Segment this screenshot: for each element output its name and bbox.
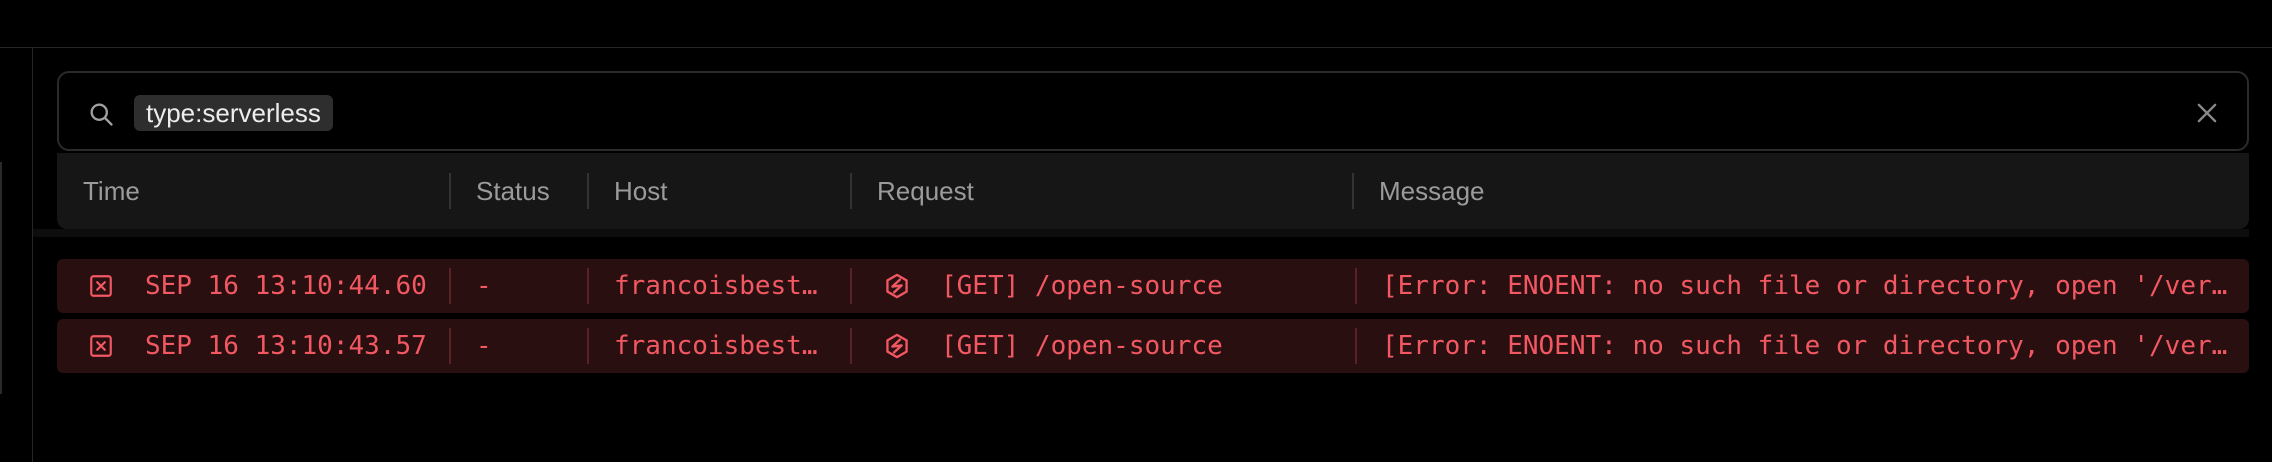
close-icon[interactable] bbox=[2193, 99, 2221, 127]
log-host: francoisbest… bbox=[614, 331, 818, 361]
column-header-message[interactable]: Message bbox=[1379, 153, 1485, 229]
log-row[interactable]: SEP 16 13:10:43.57 - francoisbest… [GET]… bbox=[57, 319, 2249, 373]
row-separator bbox=[1355, 328, 1357, 364]
search-filter-token[interactable]: type:serverless bbox=[134, 95, 333, 131]
log-status: - bbox=[476, 271, 492, 301]
log-request: [GET] /open-source bbox=[941, 271, 1223, 301]
column-header-host[interactable]: Host bbox=[614, 153, 667, 229]
serverless-function-icon bbox=[886, 333, 908, 359]
row-separator bbox=[449, 328, 451, 364]
log-host: francoisbest… bbox=[614, 271, 818, 301]
row-separator bbox=[587, 328, 589, 364]
log-search-bar[interactable]: type:serverless bbox=[57, 71, 2249, 151]
column-separator bbox=[850, 173, 852, 209]
log-row[interactable]: SEP 16 13:10:44.60 - francoisbest… [GET]… bbox=[57, 259, 2249, 313]
search-icon bbox=[90, 103, 113, 126]
serverless-function-icon bbox=[886, 273, 908, 299]
row-separator bbox=[587, 268, 589, 304]
log-table-header: Time Status Host Request Message bbox=[57, 153, 2249, 229]
log-status: - bbox=[476, 331, 492, 361]
row-separator bbox=[1355, 268, 1357, 304]
row-separator bbox=[449, 268, 451, 304]
left-rail-divider bbox=[32, 47, 33, 462]
column-separator bbox=[587, 173, 589, 209]
row-separator bbox=[850, 328, 852, 364]
error-x-icon bbox=[90, 335, 112, 357]
header-shadow bbox=[33, 229, 2249, 237]
log-request: [GET] /open-source bbox=[941, 331, 1223, 361]
top-divider bbox=[0, 47, 2272, 48]
column-header-status[interactable]: Status bbox=[476, 153, 550, 229]
column-separator bbox=[1352, 173, 1354, 209]
column-separator bbox=[449, 173, 451, 209]
row-separator bbox=[850, 268, 852, 304]
left-rail-indicator bbox=[0, 162, 2, 394]
log-message: [Error: ENOENT: no such file or director… bbox=[1382, 271, 2228, 301]
log-time: SEP 16 13:10:43.57 bbox=[145, 331, 427, 361]
column-header-request[interactable]: Request bbox=[877, 153, 974, 229]
log-time: SEP 16 13:10:44.60 bbox=[145, 271, 427, 301]
column-header-time[interactable]: Time bbox=[83, 153, 140, 229]
log-message: [Error: ENOENT: no such file or director… bbox=[1382, 331, 2228, 361]
error-x-icon bbox=[90, 275, 112, 297]
